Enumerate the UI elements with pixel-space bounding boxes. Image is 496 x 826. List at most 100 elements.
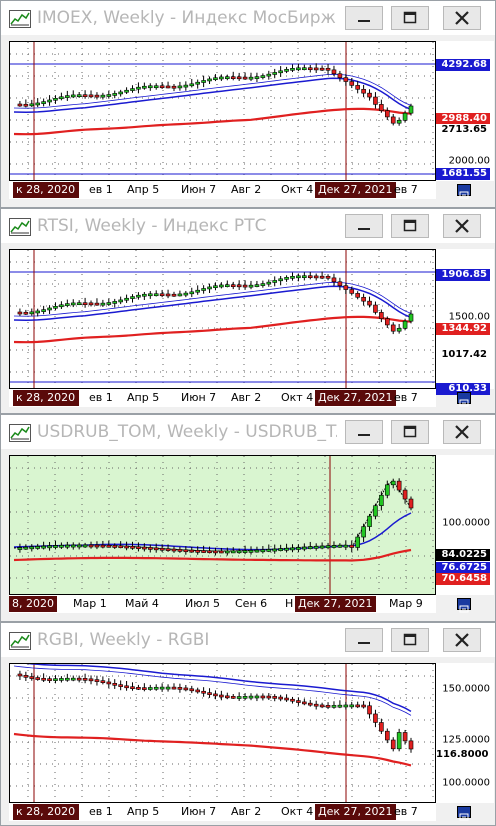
candle [171, 686, 177, 690]
time-axis-label: Сен 6 [235, 597, 268, 610]
scroll-to-end-button[interactable] [457, 806, 471, 821]
maximize-button[interactable] [391, 214, 429, 238]
candle [35, 677, 41, 680]
candle [230, 550, 236, 554]
candle [384, 110, 390, 118]
candle [35, 546, 41, 549]
candle [112, 93, 118, 96]
cursor-date-label: Дек 27, 2021 [315, 804, 396, 820]
candle [396, 120, 402, 124]
candle [390, 116, 396, 124]
candle [136, 86, 141, 90]
candle [225, 76, 230, 80]
candle [331, 705, 337, 708]
candle [219, 694, 224, 698]
candle [183, 84, 189, 88]
candle [159, 686, 165, 690]
candle [302, 275, 307, 279]
close-button[interactable] [443, 628, 481, 652]
candle [402, 320, 408, 329]
candle [319, 704, 325, 708]
candle [225, 695, 230, 699]
candle [278, 548, 283, 552]
candle [266, 695, 272, 699]
candle [201, 288, 206, 291]
candle [153, 293, 159, 297]
time-axis-label: Н [285, 597, 294, 610]
candle [136, 294, 141, 298]
price-plot[interactable] [9, 249, 436, 389]
candle [302, 701, 307, 705]
price-axis: 150.0000 125.0000 100.0000 116.8000 [436, 663, 494, 803]
chart-window-usdrub: USDRUB_TOM, Weekly - USDRUB_T... 100.0000… [0, 414, 496, 622]
candle [373, 96, 378, 105]
candle [130, 296, 135, 299]
candle [195, 289, 200, 293]
candle [47, 678, 52, 681]
title-bar[interactable]: RTSI, Weekly - Индекс РТС [1, 209, 495, 243]
candle [100, 544, 106, 548]
minimize-button[interactable] [345, 214, 383, 238]
candle [17, 547, 23, 550]
candle [136, 546, 141, 549]
candle [242, 550, 248, 553]
candle [207, 78, 212, 82]
candle [23, 103, 29, 107]
candle [189, 549, 195, 553]
candle [278, 70, 283, 74]
candle [396, 732, 402, 750]
title-bar[interactable]: RGBI, Weekly - RGBI [1, 623, 495, 657]
candle [213, 550, 218, 554]
title-bar[interactable]: IMOEX, Weekly - Индекс МосБиржи [1, 1, 495, 35]
close-button[interactable] [443, 214, 481, 238]
candle [313, 546, 319, 549]
price-plot[interactable] [9, 455, 436, 595]
minimize-button[interactable] [345, 628, 383, 652]
price-plot[interactable] [9, 41, 436, 181]
price-plot[interactable] [9, 663, 436, 803]
candle [402, 732, 408, 742]
candle [325, 275, 331, 279]
scroll-to-end-button[interactable] [457, 598, 471, 613]
maximize-button[interactable] [391, 6, 429, 30]
candle [361, 296, 366, 302]
price-axis-label: 100.0000 [442, 517, 490, 529]
candle [70, 302, 76, 306]
candle [207, 286, 212, 290]
minimize-button[interactable] [345, 420, 383, 444]
candle [195, 689, 200, 693]
scroll-to-end-button[interactable] [457, 392, 471, 407]
candle [153, 547, 159, 551]
candle [319, 545, 325, 549]
candle [278, 278, 283, 282]
candle [260, 695, 266, 699]
candle [47, 545, 52, 549]
time-axis-label: Окт 4 [281, 805, 314, 818]
candle [29, 103, 35, 107]
minimize-button[interactable] [345, 6, 383, 30]
close-button[interactable] [443, 420, 481, 444]
candle [349, 289, 355, 294]
scroll-to-end-button[interactable] [457, 184, 471, 199]
time-axis-label: ев 1 [89, 805, 113, 818]
candle [254, 284, 260, 287]
candle [201, 690, 206, 694]
candle [319, 275, 325, 279]
time-axis: к 28, 2020 ев 1 Апр 5 Июн 7 Авг 2 Окт 4 Дек 27… [9, 181, 436, 199]
candle [367, 300, 372, 306]
candle [65, 544, 70, 548]
candle [82, 94, 88, 98]
candle [65, 677, 70, 681]
close-button[interactable] [443, 6, 481, 30]
candle [296, 547, 301, 550]
candle [130, 88, 135, 91]
maximize-button[interactable] [391, 420, 429, 444]
candle [384, 484, 390, 496]
candle [367, 705, 372, 715]
maximize-button[interactable] [391, 628, 429, 652]
candle [272, 696, 278, 699]
candle [201, 80, 206, 83]
chart-window-rgbi: RGBI, Weekly - RGBI 150.0000 125.0000 100.0… [0, 622, 496, 826]
title-bar[interactable]: USDRUB_TOM, Weekly - USDRUB_T... [1, 415, 495, 449]
candle [325, 67, 331, 71]
